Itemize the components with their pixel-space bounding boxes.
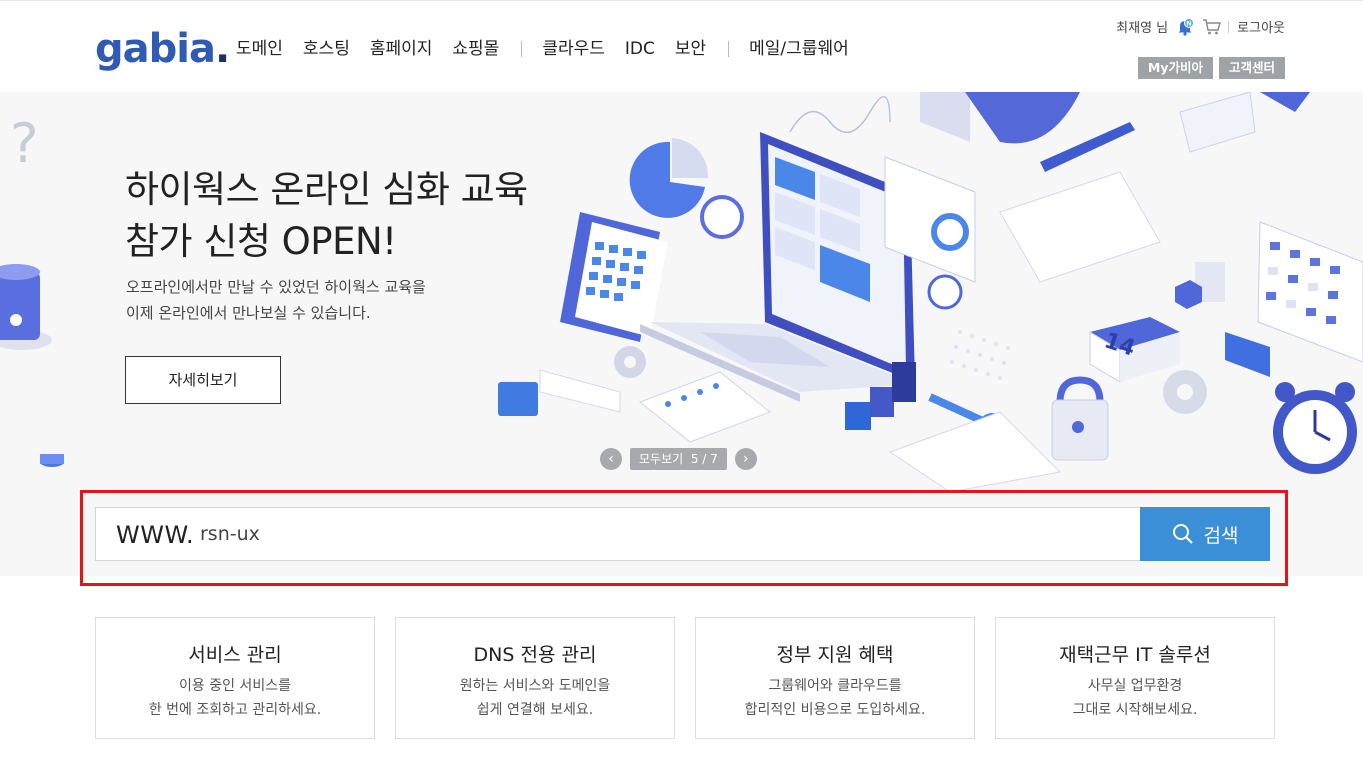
bell-icon[interactable]: N bbox=[1176, 17, 1195, 36]
nav-domain[interactable]: 도메인 bbox=[236, 37, 283, 61]
card-dns-management[interactable]: DNS 전용 관리 원하는 서비스와 도메인을 쉽게 연결해 보세요. bbox=[395, 617, 675, 739]
nav-divider bbox=[521, 41, 523, 57]
hero-banner: ? 14 하이웍스 온라인 심화 교육 참가 신청 OPEN! 오프라인에서만 … bbox=[0, 92, 1363, 492]
details-button[interactable]: 자세히보기 bbox=[125, 356, 281, 404]
card-desc: 이용 중인 서비스를 한 번에 조회하고 관리하세요. bbox=[148, 678, 322, 718]
nav-cloud[interactable]: 클라우드 bbox=[542, 37, 605, 61]
nav-hosting[interactable]: 호스팅 bbox=[303, 37, 350, 61]
banner-title: 하이웍스 온라인 심화 교육 참가 신청 OPEN! bbox=[125, 164, 528, 268]
banner-title-line2: 참가 신청 OPEN! bbox=[125, 220, 397, 263]
card-desc: 그룹웨어와 클라우드를 합리적인 비용으로 도입하세요. bbox=[744, 678, 926, 718]
card-title: DNS 전용 관리 bbox=[473, 644, 597, 666]
card-desc: 원하는 서비스와 도메인을 쉽게 연결해 보세요. bbox=[459, 678, 611, 718]
banner-title-line1: 하이웍스 온라인 심화 교육 bbox=[125, 168, 528, 211]
banner-desc-line1: 오프라인에서만 만날 수 있었던 하이웍스 교육을 bbox=[126, 278, 426, 296]
svg-text:N: N bbox=[1186, 19, 1191, 27]
svg-text:?: ? bbox=[10, 112, 39, 175]
util-buttons: My가비아 고객센터 bbox=[1137, 57, 1285, 79]
util-divider bbox=[1228, 20, 1230, 33]
highlight-frame bbox=[80, 490, 1288, 586]
gabia-logo[interactable]: gabia. bbox=[95, 27, 230, 71]
banner-pager: ‹ 모두보기 5 / 7 › bbox=[600, 448, 757, 470]
site-header: gabia. 도메인 호스팅 홈페이지 쇼핑몰 클라우드 IDC 보안 메일/그… bbox=[0, 0, 1363, 92]
nav-idc[interactable]: IDC bbox=[625, 37, 655, 61]
card-desc: 사무실 업무환경 그대로 시작해보세요. bbox=[1072, 678, 1198, 718]
banner-description: 오프라인에서만 만날 수 있었던 하이웍스 교육을 이제 온라인에서 만나보실 … bbox=[126, 274, 426, 326]
user-name[interactable]: 최재영 님 bbox=[1116, 17, 1168, 36]
card-title: 정부 지원 혜택 bbox=[776, 644, 894, 666]
logout-link[interactable]: 로그아웃 bbox=[1237, 17, 1285, 36]
nav-homepage[interactable]: 홈페이지 bbox=[370, 37, 433, 61]
cart-icon[interactable] bbox=[1202, 18, 1222, 36]
card-title: 재택근무 IT 솔루션 bbox=[1059, 644, 1211, 666]
view-all-button[interactable]: 모두보기 5 / 7 bbox=[630, 448, 727, 470]
mygabia-button[interactable]: My가비아 bbox=[1137, 57, 1213, 79]
nav-shoppingmall[interactable]: 쇼핑몰 bbox=[452, 37, 499, 61]
chevron-left-icon[interactable]: ‹ bbox=[600, 448, 622, 470]
main-nav: 도메인 호스팅 홈페이지 쇼핑몰 클라우드 IDC 보안 메일/그룹웨어 bbox=[236, 37, 869, 61]
banner-desc-line2: 이제 온라인에서 만나보실 수 있습니다. bbox=[126, 304, 371, 322]
card-service-management[interactable]: 서비스 관리 이용 중인 서비스를 한 번에 조회하고 관리하세요. bbox=[95, 617, 375, 739]
nav-mail-groupware[interactable]: 메일/그룹웨어 bbox=[749, 37, 849, 61]
card-remote-work[interactable]: 재택근무 IT 솔루션 사무실 업무환경 그대로 시작해보세요. bbox=[995, 617, 1275, 739]
nav-security[interactable]: 보안 bbox=[675, 37, 706, 61]
utility-bar: 최재영 님 N 로그아웃 bbox=[1116, 17, 1285, 36]
support-button[interactable]: 고객센터 bbox=[1218, 57, 1285, 79]
chevron-right-icon[interactable]: › bbox=[734, 448, 757, 470]
card-title: 서비스 관리 bbox=[188, 644, 282, 666]
nav-divider bbox=[728, 41, 730, 57]
card-government-support[interactable]: 정부 지원 혜택 그룹웨어와 클라우드를 합리적인 비용으로 도입하세요. bbox=[695, 617, 975, 739]
quick-links: 서비스 관리 이용 중인 서비스를 한 번에 조회하고 관리하세요. DNS 전용… bbox=[95, 617, 1275, 739]
